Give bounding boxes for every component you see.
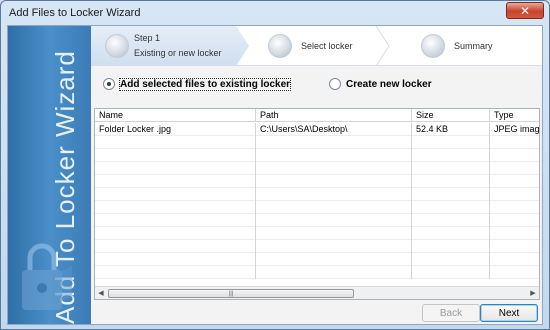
cell-type: JPEG image [494, 124, 540, 134]
new-locker-label[interactable]: Create new locker [346, 79, 432, 90]
step-name: Summary [454, 41, 493, 51]
locker-choice: Add selected files to existing locker Cr… [91, 74, 542, 96]
new-locker-radio[interactable]: Create new locker [329, 78, 432, 90]
step-indicator-icon [421, 34, 445, 58]
cell-name: Folder Locker .jpg [95, 123, 256, 136]
scroll-right-icon[interactable]: ▶ [529, 289, 537, 298]
existing-locker-label[interactable]: Add selected files to existing locker [118, 77, 292, 91]
existing-locker-radio[interactable]: Add selected files to existing locker [103, 77, 292, 91]
step-summary: Summary [407, 26, 537, 66]
window-title: Add Files to Locker Wizard [9, 7, 141, 19]
table-header: Name Path Size Type [95, 109, 539, 122]
wizard-window: Add Files to Locker Wizard ✕ Add To Lock… [0, 0, 550, 330]
table-row[interactable]: Folder Locker .jpg C:\Users\SA\Desktop\ … [95, 123, 540, 136]
radio-unchecked-icon[interactable] [329, 78, 341, 90]
scrollbar-thumb[interactable]: ||| [108, 289, 354, 298]
column-header-type[interactable]: Type [490, 109, 539, 122]
close-icon: ✕ [519, 3, 531, 18]
back-button[interactable]: Back [422, 304, 480, 322]
step-select-locker: Select locker [254, 26, 384, 66]
step-name: Select locker [301, 41, 353, 51]
title-bar[interactable]: Add Files to Locker Wizard ✕ [1, 1, 549, 25]
wizard-steps: Step 1 Existing or new locker Select loc… [91, 26, 542, 66]
step-indicator-icon [105, 34, 129, 58]
cell-size: 52.4 KB [412, 123, 490, 136]
close-button[interactable]: ✕ [506, 2, 544, 19]
column-header-size[interactable]: Size [412, 109, 490, 122]
next-button[interactable]: Next [480, 304, 538, 322]
step-name: Existing or new locker [134, 48, 222, 58]
files-table[interactable]: Name Path Size Type Folder Locker .jpg C… [94, 108, 540, 300]
column-header-path[interactable]: Path [256, 109, 412, 122]
lock-icon [22, 243, 72, 310]
step-number: Step 1 [134, 33, 161, 43]
wizard-client-area: Add To Locker Wizard Step 1 Existing or … [7, 25, 543, 325]
horizontal-scrollbar[interactable]: ◀ ||| ▶ [95, 286, 539, 299]
step-indicator-icon [268, 34, 292, 58]
scroll-left-icon[interactable]: ◀ [97, 289, 105, 298]
step-existing-or-new: Step 1 Existing or new locker [91, 26, 249, 66]
grip-icon: ||| [228, 290, 234, 297]
column-header-name[interactable]: Name [95, 109, 256, 122]
side-banner: Add To Locker Wizard [8, 26, 91, 324]
radio-checked-icon[interactable] [103, 78, 115, 90]
cell-path: C:\Users\SA\Desktop\ [256, 123, 412, 136]
